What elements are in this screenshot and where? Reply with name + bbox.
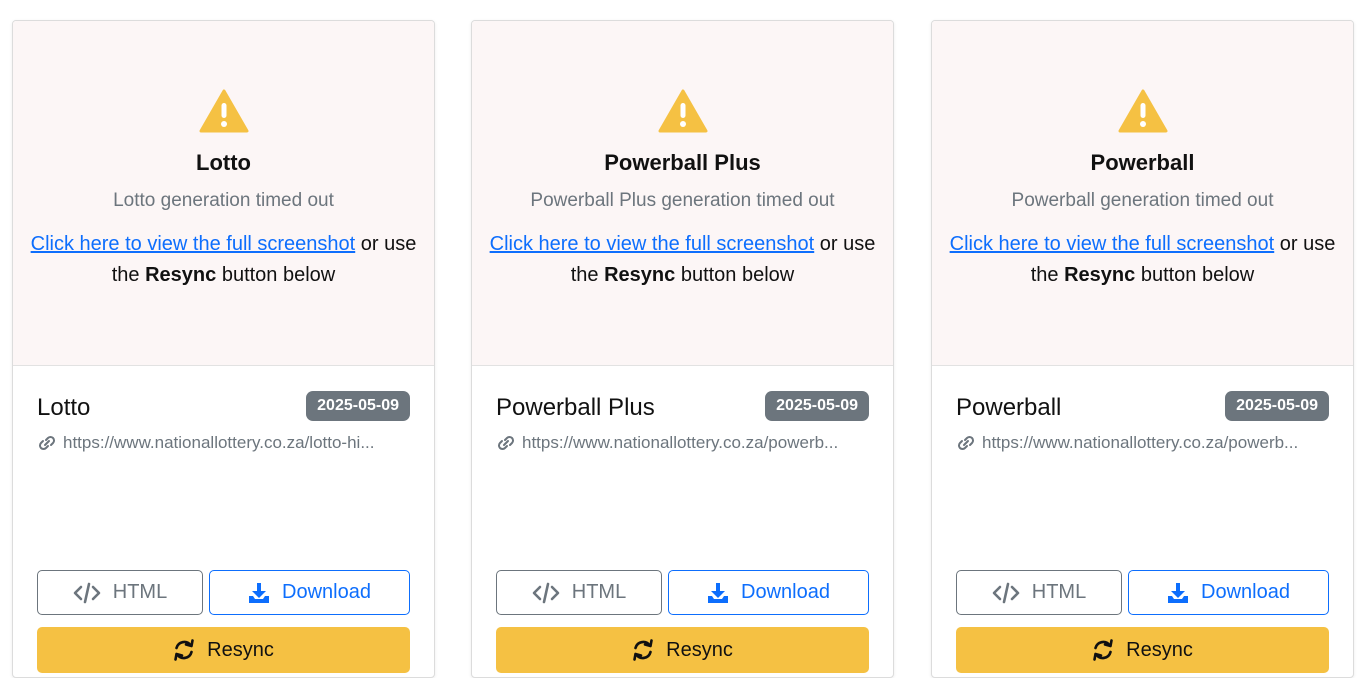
download-button[interactable]: Download <box>668 570 869 615</box>
source-url: https://www.nationallottery.co.za/lotto-… <box>37 433 410 453</box>
html-button[interactable]: HTML <box>37 570 203 615</box>
help-text-bold: Resync <box>1064 264 1136 286</box>
download-icon <box>708 582 729 603</box>
resync-button[interactable]: Resync <box>37 627 410 673</box>
preview-help-text: Click here to view the full screenshot o… <box>13 229 434 291</box>
preview-title: Lotto <box>196 150 251 175</box>
card-body: Powerball 2025-05-09 https://www.nationa… <box>932 391 1353 673</box>
refresh-icon <box>1093 639 1113 661</box>
download-icon <box>1168 582 1189 603</box>
download-button[interactable]: Download <box>209 570 410 615</box>
date-badge: 2025-05-09 <box>765 391 869 421</box>
link-icon <box>497 435 515 451</box>
lottery-card-powerball-plus: Powerball Plus Powerball Plus generation… <box>471 20 894 678</box>
source-url: https://www.nationallottery.co.za/powerb… <box>956 433 1329 453</box>
html-button[interactable]: HTML <box>496 570 662 615</box>
html-button-label: HTML <box>112 581 168 603</box>
help-text-part: button below <box>216 264 336 286</box>
source-url: https://www.nationallottery.co.za/powerb… <box>496 433 869 453</box>
download-button-label: Download <box>282 581 371 603</box>
code-icon <box>992 582 1020 603</box>
screenshot-preview: Powerball Plus Powerball Plus generation… <box>472 21 893 366</box>
preview-help-text: Click here to view the full screenshot o… <box>932 229 1353 291</box>
warning-triangle-icon <box>1118 89 1167 133</box>
lottery-card-powerball: Powerball Powerball generation timed out… <box>931 20 1354 678</box>
card-body: Lotto 2025-05-09 https://www.nationallot… <box>13 391 434 673</box>
view-screenshot-link[interactable]: Click here to view the full screenshot <box>490 233 815 255</box>
resync-button-label: Resync <box>1126 638 1193 661</box>
preview-help-text: Click here to view the full screenshot o… <box>472 229 893 291</box>
download-button[interactable]: Download <box>1128 570 1329 615</box>
url-text: https://www.nationallottery.co.za/powerb… <box>522 433 839 452</box>
url-text: https://www.nationallottery.co.za/powerb… <box>982 433 1299 452</box>
resync-button[interactable]: Resync <box>496 627 869 673</box>
help-text-part: button below <box>1135 264 1255 286</box>
link-icon <box>957 435 975 451</box>
preview-error-message: Powerball generation timed out <box>1011 190 1274 211</box>
view-screenshot-link[interactable]: Click here to view the full screenshot <box>950 233 1275 255</box>
link-icon <box>38 435 56 451</box>
warning-triangle-icon <box>199 89 248 133</box>
refresh-icon <box>174 639 194 661</box>
card-body: Powerball Plus 2025-05-09 https://www.na… <box>472 391 893 673</box>
help-text-part: button below <box>675 264 795 286</box>
lottery-card-lotto: Lotto Lotto generation timed out Click h… <box>12 20 435 678</box>
card-title: Lotto <box>37 394 91 421</box>
html-button-label: HTML <box>1031 581 1087 603</box>
resync-button[interactable]: Resync <box>956 627 1329 673</box>
view-screenshot-link[interactable]: Click here to view the full screenshot <box>31 233 356 255</box>
screenshot-preview: Lotto Lotto generation timed out Click h… <box>13 21 434 366</box>
resync-button-label: Resync <box>207 638 274 661</box>
date-badge: 2025-05-09 <box>1225 391 1329 421</box>
card-title: Powerball <box>956 394 1062 421</box>
date-badge: 2025-05-09 <box>306 391 410 421</box>
warning-triangle-icon <box>658 89 707 133</box>
url-text: https://www.nationallottery.co.za/lotto-… <box>63 433 375 452</box>
preview-error-message: Powerball Plus generation timed out <box>530 190 835 211</box>
download-button-label: Download <box>741 581 830 603</box>
resync-button-label: Resync <box>666 638 733 661</box>
html-button-label: HTML <box>571 581 627 603</box>
code-icon <box>73 582 101 603</box>
preview-title: Powerball Plus <box>604 150 761 175</box>
html-button[interactable]: HTML <box>956 570 1122 615</box>
preview-error-message: Lotto generation timed out <box>113 190 334 211</box>
help-text-bold: Resync <box>604 264 676 286</box>
code-icon <box>532 582 560 603</box>
help-text-bold: Resync <box>145 264 217 286</box>
card-title: Powerball Plus <box>496 394 655 421</box>
screenshot-preview: Powerball Powerball generation timed out… <box>932 21 1353 366</box>
download-icon <box>249 582 270 603</box>
refresh-icon <box>633 639 653 661</box>
preview-title: Powerball <box>1090 150 1195 175</box>
download-button-label: Download <box>1201 581 1290 603</box>
